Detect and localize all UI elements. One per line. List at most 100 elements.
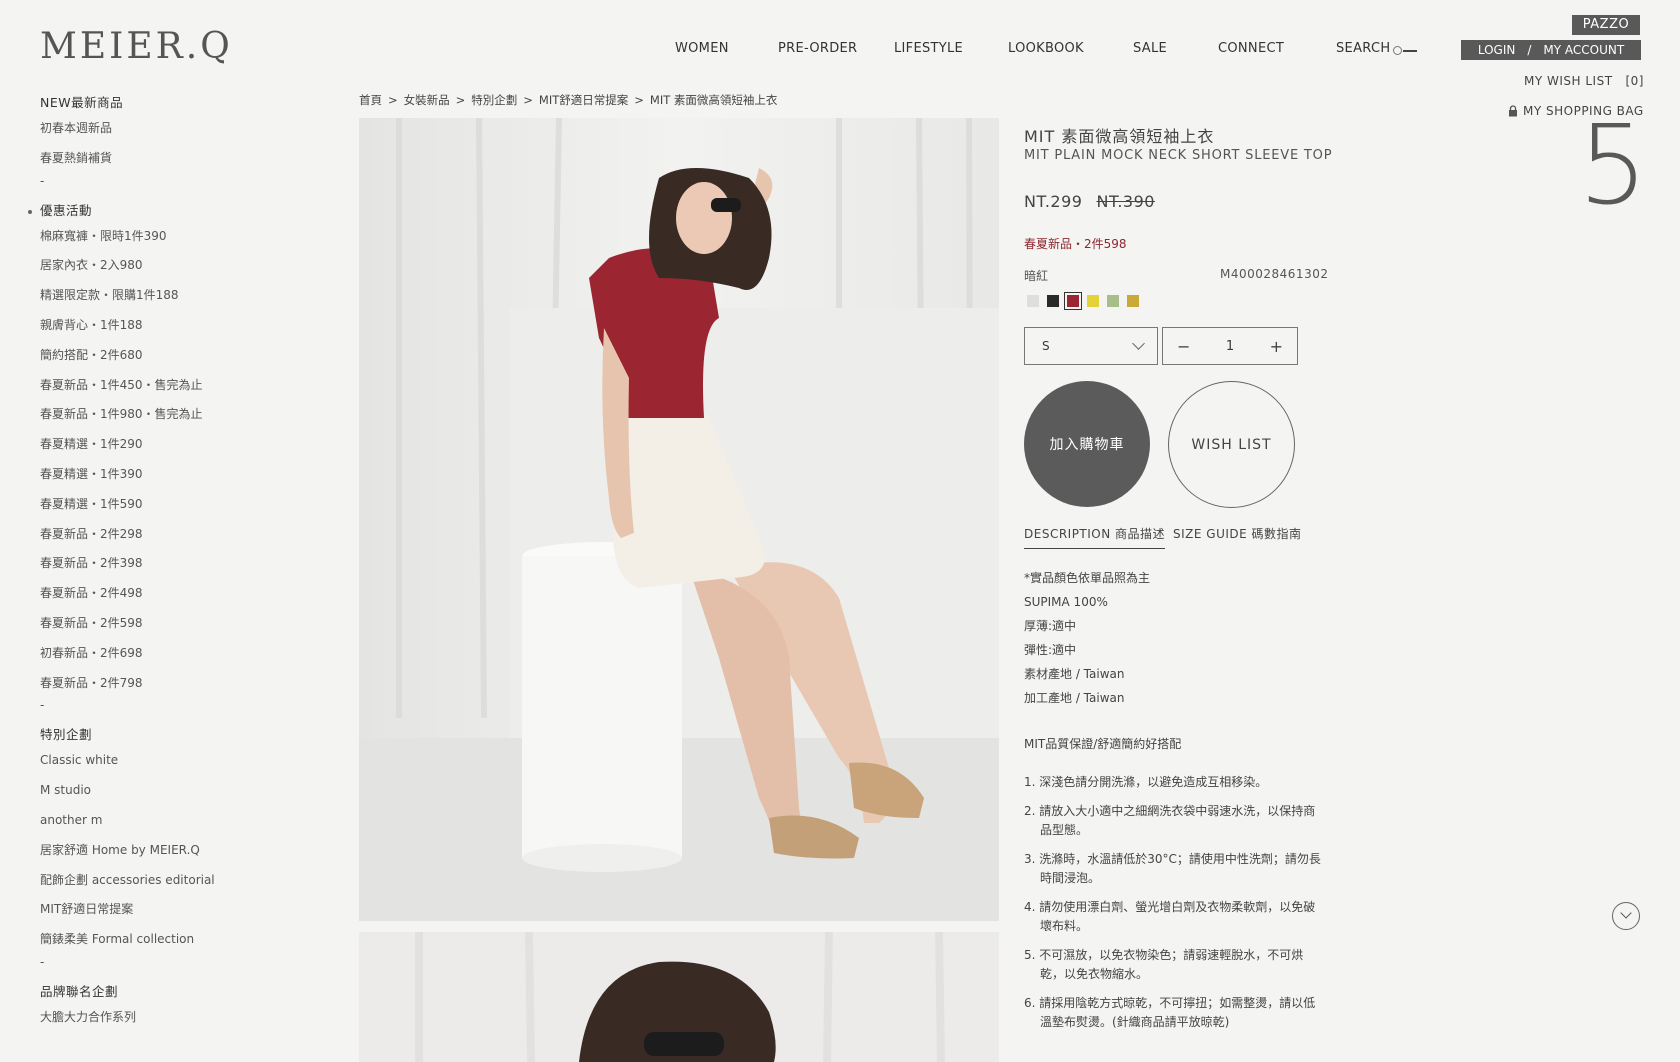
product-title-en: MIT PLAIN MOCK NECK SHORT SLEEVE TOP xyxy=(1024,148,1333,163)
pazzo-brand-link[interactable]: PAZZO xyxy=(1572,15,1640,35)
color-swatch-sage[interactable] xyxy=(1107,295,1119,307)
sidebar-item[interactable]: 春夏新品・1件450・售完為止 xyxy=(40,371,270,401)
category-sidebar: NEW最新商品 初春本週新品 春夏熱銷補貨 - 優惠活動 棉麻寬褲・限時1件390 居家內衣… xyxy=(28,92,270,1033)
tab-size-guide[interactable]: SIZE GUIDE 碼數指南 xyxy=(1173,525,1302,549)
sidebar-item[interactable]: 春夏熱銷補貨 xyxy=(40,144,270,174)
product-photo-main[interactable] xyxy=(359,118,999,921)
description-line: 加工產地 / Taiwan xyxy=(1024,691,1125,705)
sidebar-item[interactable]: 大膽大力合作系列 xyxy=(40,1003,270,1033)
login-link[interactable]: LOGIN xyxy=(1478,43,1516,57)
promo-tag[interactable]: 春夏新品・2件598 xyxy=(1024,235,1127,252)
breadcrumb-separator: > xyxy=(634,93,644,107)
quantity-increase-button[interactable]: + xyxy=(1270,337,1283,356)
sidebar-item[interactable]: 配飾企劃 accessories editorial xyxy=(40,866,270,896)
sidebar-item[interactable]: 春夏精選・1件390 xyxy=(40,460,270,490)
care-item: 3. 洗滌時，水溫請低於30°C；請使用中性洗劑；請勿長時間浸泡。 xyxy=(1024,852,1321,885)
sidebar-item[interactable]: 初春本週新品 xyxy=(40,114,270,144)
nav-pre-order[interactable]: PRE-ORDER xyxy=(778,41,857,56)
sidebar-item[interactable]: 春夏新品・2件498 xyxy=(40,579,270,609)
product-sku: M400028461302 xyxy=(1220,267,1329,281)
sidebar-separator: - xyxy=(40,698,45,713)
sidebar-item[interactable]: 春夏新品・2件298 xyxy=(40,520,270,550)
nav-lifestyle[interactable]: LIFESTYLE xyxy=(894,41,963,56)
search-toggle-icon[interactable] xyxy=(1393,46,1421,56)
sidebar-separator: - xyxy=(40,954,45,969)
nav-lookbook[interactable]: LOOKBOOK xyxy=(1008,41,1084,56)
account-bar: LOGIN / MY ACCOUNT xyxy=(1461,40,1641,60)
sidebar-section-title[interactable]: NEW最新商品 xyxy=(40,92,270,114)
product-photo-secondary[interactable] xyxy=(359,932,999,1062)
add-to-cart-button[interactable]: 加入購物車 xyxy=(1024,381,1150,507)
lock-icon xyxy=(1509,105,1517,117)
color-swatch-mustard[interactable] xyxy=(1127,295,1139,307)
sidebar-item[interactable]: 精選限定款・限購1件188 xyxy=(40,281,270,311)
my-wish-list-link[interactable]: MY WISH LIST [0] xyxy=(1524,74,1644,88)
sidebar-item[interactable]: 春夏新品・2件398 xyxy=(40,549,270,579)
color-swatch-light-gray[interactable] xyxy=(1027,295,1039,307)
quantity-stepper: − 1 + xyxy=(1162,327,1298,365)
quantity-value[interactable]: 1 xyxy=(1226,339,1234,354)
sidebar-item[interactable]: MIT舒適日常提案 xyxy=(40,895,270,925)
nav-women[interactable]: WOMEN xyxy=(675,41,729,56)
sidebar-item[interactable]: 親膚背心・1件188 xyxy=(40,311,270,341)
scroll-down-button[interactable] xyxy=(1612,902,1640,930)
breadcrumb-separator: > xyxy=(523,93,533,107)
care-item: 1. 深淺色請分開洗滌，以避免造成互相移染。 xyxy=(1024,775,1268,789)
sidebar-item[interactable]: 春夏精選・1件590 xyxy=(40,490,270,520)
bag-item-count[interactable]: 5 xyxy=(1578,110,1648,220)
product-title-zh: MIT 素面微高領短袖上衣 xyxy=(1024,127,1215,146)
color-swatch-dark-red[interactable] xyxy=(1064,292,1082,310)
color-swatch-yellow[interactable] xyxy=(1087,295,1099,307)
sidebar-section-title[interactable]: 品牌聯名企劃 xyxy=(40,981,270,1003)
care-instructions: 1. 深淺色請分開洗滌，以避免造成互相移染。 2. 請放入大小適中之細網洗衣袋中… xyxy=(1024,773,1324,1042)
my-account-link[interactable]: MY ACCOUNT xyxy=(1543,43,1624,57)
sidebar-item[interactable]: another m xyxy=(40,806,270,836)
size-value: S xyxy=(1042,339,1050,353)
wish-list-label: MY WISH LIST xyxy=(1524,74,1613,88)
tab-description[interactable]: DESCRIPTION 商品描述 xyxy=(1024,525,1166,549)
sidebar-item[interactable]: 簡錶柔美 Formal collection xyxy=(40,925,270,955)
sidebar-item[interactable]: 春夏精選・1件290 xyxy=(40,430,270,460)
breadcrumb-separator: > xyxy=(388,93,398,107)
sidebar-item[interactable]: 春夏新品・1件980・售完為止 xyxy=(40,400,270,430)
chevron-down-icon xyxy=(1620,907,1632,919)
wish-list-count: [0] xyxy=(1625,74,1644,88)
care-item: 4. 請勿使用漂白劑、螢光增白劑及衣物柔軟劑，以免破壞布料。 xyxy=(1024,900,1316,933)
description-line: 厚薄:適中 xyxy=(1024,619,1077,633)
quantity-decrease-button[interactable]: − xyxy=(1177,337,1190,356)
breadcrumb-separator: > xyxy=(455,93,466,107)
breadcrumb-link[interactable]: MIT舒適日常提案 xyxy=(539,93,628,107)
sidebar-item[interactable]: 春夏新品・2件798 xyxy=(40,669,270,699)
model-photo-illustration xyxy=(359,118,999,921)
sidebar-section-title[interactable]: 優惠活動 xyxy=(28,200,270,222)
wish-list-button[interactable]: WISH LIST xyxy=(1168,381,1295,508)
toggle-knob xyxy=(1393,46,1402,55)
account-divider: / xyxy=(1527,43,1532,57)
sidebar-item[interactable]: 初春新品・2件698 xyxy=(40,639,270,669)
description-line: *實品顏色依單品照為主 xyxy=(1024,571,1151,585)
breadcrumb-link[interactable]: MIT 素面微高領短袖上衣 xyxy=(650,93,778,107)
nav-search[interactable]: SEARCH xyxy=(1336,41,1390,56)
color-swatch-black[interactable] xyxy=(1047,295,1059,307)
brand-logo[interactable]: MEIER.Q xyxy=(40,26,233,67)
chevron-down-icon xyxy=(1132,337,1145,350)
breadcrumb-link[interactable]: 特別企劃 xyxy=(471,93,517,107)
nav-connect[interactable]: CONNECT xyxy=(1218,41,1284,56)
nav-sale[interactable]: SALE xyxy=(1133,41,1167,56)
sidebar-item[interactable]: M studio xyxy=(40,776,270,806)
sidebar-item[interactable]: 居家舒適 Home by MEIER.Q xyxy=(40,836,270,866)
sidebar-item[interactable]: Classic white xyxy=(40,746,270,776)
care-item: 6. 請採用陰乾方式晾乾，不可擰扭；如需整燙，請以低溫墊布熨燙。(針織商品請平放… xyxy=(1024,996,1316,1029)
care-item: 2. 請放入大小適中之細網洗衣袋中弱速水洗，以保持商品型態。 xyxy=(1024,804,1316,837)
sidebar-section-title[interactable]: 特別企劃 xyxy=(40,724,270,746)
description-line: 素材產地 / Taiwan xyxy=(1024,667,1125,681)
sidebar-item[interactable]: 簡約搭配・2件680 xyxy=(40,341,270,371)
size-select[interactable]: S xyxy=(1024,327,1158,365)
sidebar-item[interactable]: 棉麻寬褲・限時1件390 xyxy=(40,222,270,252)
breadcrumb-link[interactable]: 首頁 xyxy=(359,93,382,107)
product-description: *實品顏色依單品照為主 SUPIMA 100% 厚薄:適中 彈性:適中 素材產地… xyxy=(1024,566,1324,756)
breadcrumb-link[interactable]: 女裝新品 xyxy=(404,93,450,107)
sidebar-item[interactable]: 春夏新品・2件598 xyxy=(40,609,270,639)
breadcrumb: 首頁 > 女裝新品 > 特別企劃 > MIT舒適日常提案 > MIT 素面微高領短袖上衣 xyxy=(359,92,777,108)
sidebar-item[interactable]: 居家內衣・2入980 xyxy=(40,251,270,281)
